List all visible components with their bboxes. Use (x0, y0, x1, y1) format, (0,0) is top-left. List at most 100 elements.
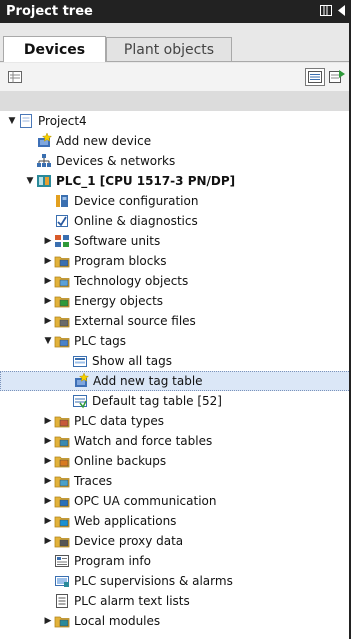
expand-arrow-right-icon[interactable]: ▶ (42, 536, 54, 546)
tree-item[interactable]: ▶ Traces (0, 471, 351, 491)
tree-item-label: Show all tags (92, 354, 172, 368)
import-button[interactable] (327, 68, 347, 86)
tree-item[interactable]: Add new tag table (0, 371, 351, 391)
tree-item[interactable]: ▶ Software units (0, 231, 351, 251)
folder-energy-icon (54, 293, 70, 309)
folder-modules-icon (54, 613, 70, 629)
expand-arrow-right-icon[interactable]: ▶ (42, 256, 54, 266)
folder-tags-icon (54, 333, 70, 349)
tree-item[interactable]: ▶ OPC UA communication (0, 491, 351, 511)
tree-item[interactable]: ▼ PLC_1 [CPU 1517-3 PN/DP] (0, 171, 351, 191)
project-icon (18, 113, 34, 129)
folder-proxy-icon (54, 533, 70, 549)
network-icon (36, 153, 52, 169)
tree-item[interactable]: ▶ PLC data types (0, 411, 351, 431)
expand-arrow-right-icon[interactable]: ▶ (42, 436, 54, 446)
tree-item[interactable]: Program info (0, 551, 351, 571)
tree-item-label: Energy objects (74, 294, 164, 308)
tree-item[interactable]: ▶ Program blocks (0, 251, 351, 271)
tree-item-label: Device proxy data (74, 534, 184, 548)
tree-item-label: Web applications (74, 514, 177, 528)
tree-item-label: Devices & networks (56, 154, 176, 168)
tree-item-label: Traces (74, 474, 113, 488)
tree-item[interactable]: Device configuration (0, 191, 351, 211)
expand-arrow-right-icon[interactable]: ▶ (42, 476, 54, 486)
expand-arrow-right-icon[interactable]: ▶ (42, 496, 54, 506)
folder-watch-icon (54, 433, 70, 449)
expand-arrow-down-icon[interactable]: ▼ (24, 176, 36, 186)
tree-item-label: Program info (74, 554, 151, 568)
tree-item[interactable]: Devices & networks (0, 151, 351, 171)
expand-arrow-right-icon[interactable]: ▶ (42, 316, 54, 326)
expand-arrow-right-icon[interactable]: ▶ (42, 616, 54, 626)
tree-item-label: PLC tags (74, 334, 127, 348)
expand-arrow-right-icon[interactable]: ▶ (42, 516, 54, 526)
folder-backup-icon (54, 453, 70, 469)
tree-item-label: PLC data types (74, 414, 165, 428)
tree-item[interactable]: ▶ Device proxy data (0, 531, 351, 551)
tree-item-label: Online & diagnostics (74, 214, 198, 228)
folder-web-icon (54, 513, 70, 529)
detail-view-icon (308, 71, 322, 83)
expand-arrow-down-icon[interactable]: ▼ (6, 116, 18, 126)
add-device-icon (36, 133, 52, 149)
tree-item-label: Software units (74, 234, 161, 248)
overview-icon (8, 71, 22, 83)
show-tags-icon (72, 353, 88, 369)
tree-item[interactable]: ▶ Energy objects (0, 291, 351, 311)
tree-item[interactable]: ▶ External source files (0, 311, 351, 331)
tree-item-label: Device configuration (74, 194, 199, 208)
tree-item-label: Program blocks (74, 254, 167, 268)
tag-table-icon (72, 393, 88, 409)
tree-item[interactable]: PLC alarm text lists (0, 591, 351, 611)
tree-item-label: PLC alarm text lists (74, 594, 190, 608)
tree-item[interactable]: ▼ PLC tags (0, 331, 351, 351)
tab-devices[interactable]: Devices (3, 36, 106, 62)
overview-button[interactable] (6, 68, 24, 86)
tree-header-bar (0, 91, 351, 111)
folder-traces-icon (54, 473, 70, 489)
layout-toggle-icon[interactable] (320, 4, 332, 19)
title-bar: Project tree (0, 0, 351, 23)
expand-arrow-right-icon[interactable]: ▶ (42, 456, 54, 466)
detail-view-button[interactable] (305, 68, 325, 86)
tree-item[interactable]: ▶ Local modules (0, 611, 351, 631)
tree-item[interactable]: Add new device (0, 131, 351, 151)
expand-arrow-right-icon[interactable]: ▶ (42, 416, 54, 426)
tree-item[interactable]: ▶ Watch and force tables (0, 431, 351, 451)
tree-item[interactable]: ▶ Online backups (0, 451, 351, 471)
supervision-icon (54, 573, 70, 589)
collapse-panel-icon[interactable] (338, 4, 345, 19)
tree-item-label: PLC_1 [CPU 1517-3 PN/DP] (56, 174, 236, 188)
device-config-icon (54, 193, 70, 209)
text-list-icon (54, 593, 70, 609)
tree-item-label: Project4 (38, 114, 87, 128)
expand-arrow-right-icon[interactable]: ▶ (42, 296, 54, 306)
folder-source-icon (54, 313, 70, 329)
tree-item[interactable]: ▶ Technology objects (0, 271, 351, 291)
tree-item[interactable]: ▶ Web applications (0, 511, 351, 531)
panel-title: Project tree (6, 4, 93, 19)
tree-item[interactable]: Show all tags (0, 351, 351, 371)
folder-opcua-icon (54, 493, 70, 509)
tab-strip: Devices Plant objects (0, 23, 351, 63)
tree-item-label: Local modules (74, 614, 161, 628)
expand-arrow-right-icon[interactable]: ▶ (42, 276, 54, 286)
tree-item-label: Add new device (56, 134, 152, 148)
tab-plant-objects[interactable]: Plant objects (106, 37, 232, 61)
tree-item[interactable]: ▼ Project4 (0, 111, 351, 131)
tree-item-label: OPC UA communication (74, 494, 217, 508)
folder-blocks-icon (54, 253, 70, 269)
tree-item-label: Add new tag table (93, 374, 203, 388)
diagnostics-icon (54, 213, 70, 229)
tree-item[interactable]: Default tag table [52] (0, 391, 351, 411)
add-tag-table-icon (73, 373, 89, 389)
tree-item-label: PLC supervisions & alarms (74, 574, 233, 588)
tree-item-label: Online backups (74, 454, 167, 468)
software-units-icon (54, 233, 70, 249)
expand-arrow-down-icon[interactable]: ▼ (42, 336, 54, 346)
tree-item[interactable]: PLC supervisions & alarms (0, 571, 351, 591)
tree-item-label: Watch and force tables (74, 434, 213, 448)
tree-item[interactable]: Online & diagnostics (0, 211, 351, 231)
expand-arrow-right-icon[interactable]: ▶ (42, 236, 54, 246)
